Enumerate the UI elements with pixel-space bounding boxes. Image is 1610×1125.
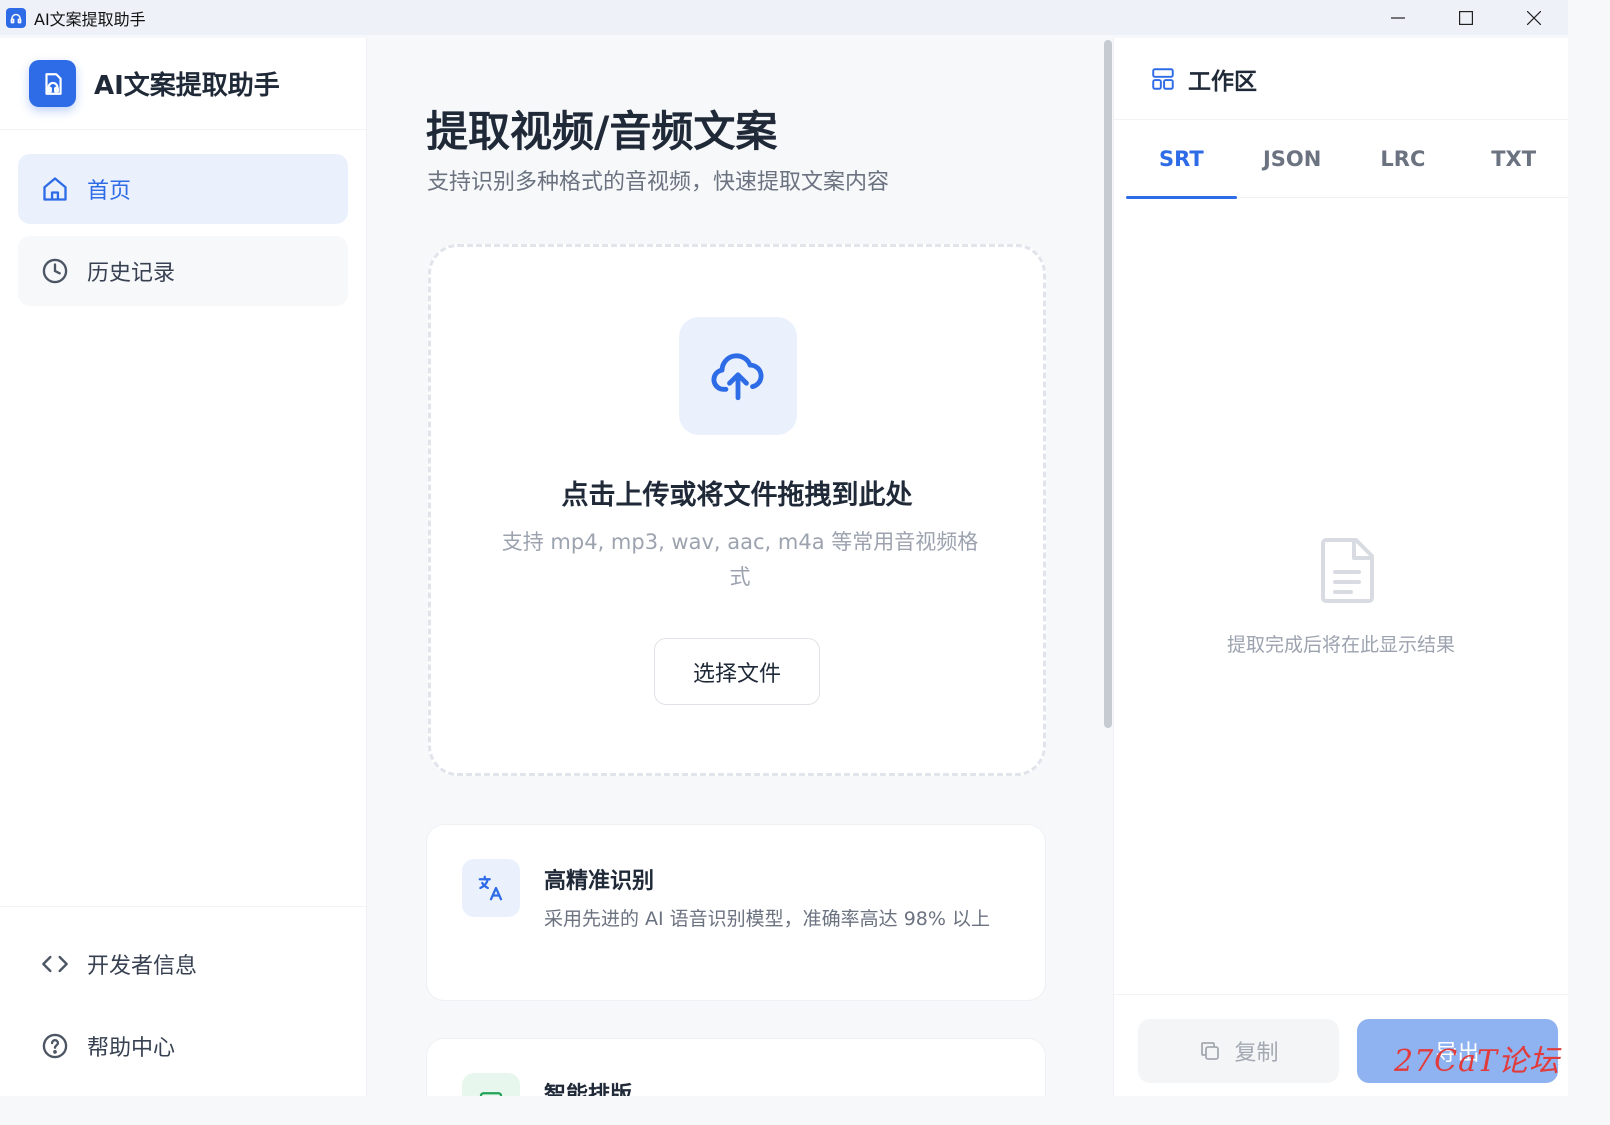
sidebar-item-label: 帮助中心 <box>87 1036 176 1061</box>
workspace-header: 工作区 <box>1114 38 1568 120</box>
main-content: 提取视频/音频文案 支持识别多种格式的音视频，快速提取文案内容 点击上传或将文件… <box>368 38 1103 1096</box>
brand: AI文案提取助手 <box>0 38 366 130</box>
dropzone-hint: 支持 mp4, mp3, wav, aac, m4a 等常用音视频格式 <box>501 530 979 589</box>
workspace-title: 工作区 <box>1188 68 1257 95</box>
copy-button[interactable]: 复制 <box>1138 1019 1339 1083</box>
main-scrollbar[interactable] <box>1104 40 1112 728</box>
maximize-button[interactable] <box>1432 0 1500 35</box>
tab-txt[interactable]: TXT <box>1458 120 1569 198</box>
main-nav: 首页 历史记录 <box>0 130 366 306</box>
watermark: 27CaT论坛 <box>1394 1044 1561 1079</box>
workspace-panel: 工作区 SRT JSON LRC TXT 提取完成后将在此显示结果 复制 导出 <box>1113 38 1569 1096</box>
copy-label: 复制 <box>1234 1041 1279 1066</box>
upload-icon-box <box>679 317 797 435</box>
sidebar-item-label: 历史记录 <box>87 261 176 286</box>
choose-file-button[interactable]: 选择文件 <box>654 638 820 705</box>
app-icon <box>6 7 26 28</box>
document-icon <box>1321 538 1374 603</box>
close-button[interactable] <box>1500 0 1568 35</box>
sidebar-item-home[interactable]: 首页 <box>18 154 348 224</box>
minimize-button[interactable] <box>1364 0 1432 35</box>
close-icon <box>1527 10 1541 25</box>
tab-lrc[interactable]: LRC <box>1348 120 1459 198</box>
sidebar-item-label: 开发者信息 <box>87 954 198 979</box>
feature-card-layout: 智能排版 <box>426 1038 1046 1096</box>
clock-icon <box>40 256 70 286</box>
feature-description: 采用先进的 AI 语音识别模型，准确率高达 98% 以上 <box>544 908 990 930</box>
tab-srt[interactable]: SRT <box>1126 120 1237 199</box>
brand-logo <box>29 60 76 107</box>
page-title: 提取视频/音频文案 <box>426 107 778 156</box>
code-icon <box>40 949 70 979</box>
sidebar-item-history[interactable]: 历史记录 <box>18 236 348 306</box>
sidebar: AI文案提取助手 首页 历史记录 开发者信息 帮助中心 <box>0 38 367 1096</box>
dropzone-title: 点击上传或将文件拖拽到此处 <box>561 480 913 511</box>
page-subtitle: 支持识别多种格式的音视频，快速提取文案内容 <box>427 170 890 195</box>
tab-json[interactable]: JSON <box>1237 120 1348 198</box>
brand-name: AI文案提取助手 <box>94 71 280 101</box>
home-icon <box>40 174 70 204</box>
format-tabs: SRT JSON LRC TXT <box>1126 120 1569 199</box>
cloud-upload-icon <box>711 353 764 401</box>
sidebar-footer: 开发者信息 帮助中心 <box>0 906 366 1096</box>
headphones-icon <box>44 72 62 95</box>
window-titlebar: AI文案提取助手 <box>0 0 1568 35</box>
minimize-icon <box>1391 16 1405 19</box>
feature-title: 智能排版 <box>544 1083 633 1096</box>
empty-state-text: 提取完成后将在此显示结果 <box>1226 634 1455 656</box>
upload-dropzone[interactable]: 点击上传或将文件拖拽到此处 支持 mp4, mp3, wav, aac, m4a… <box>428 244 1046 776</box>
feature-card-accuracy: 高精准识别 采用先进的 AI 语音识别模型，准确率高达 98% 以上 <box>426 824 1046 1001</box>
window-title: AI文案提取助手 <box>34 9 146 29</box>
maximize-icon <box>1459 10 1473 25</box>
copy-icon <box>1201 1042 1220 1060</box>
sidebar-item-developer[interactable]: 开发者信息 <box>18 929 348 999</box>
feature-title: 高精准识别 <box>544 869 655 894</box>
layout-panel-icon <box>1152 67 1174 90</box>
translate-icon <box>462 859 520 917</box>
help-circle-icon <box>40 1031 70 1061</box>
layout-icon <box>462 1073 520 1096</box>
sidebar-item-label: 首页 <box>87 179 132 204</box>
sidebar-item-help[interactable]: 帮助中心 <box>18 1011 348 1081</box>
